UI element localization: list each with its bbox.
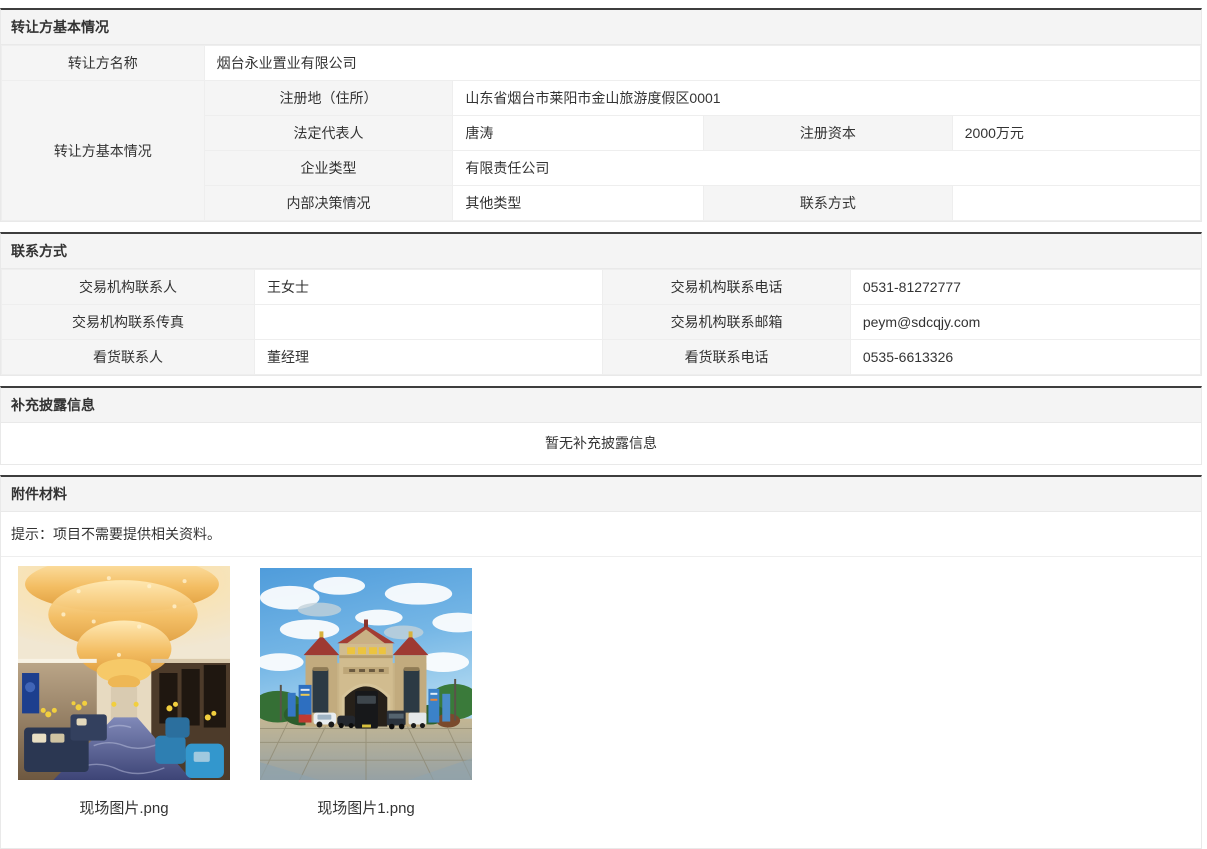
agency-contact-email-value: peym@sdcqjy.com	[850, 305, 1200, 340]
agency-contact-phone-label: 交易机构联系电话	[603, 270, 851, 305]
contact-method-value	[952, 186, 1200, 221]
section-contact-info: 联系方式 交易机构联系人 王女士 交易机构联系电话 0531-81272777 …	[0, 232, 1202, 376]
section-transferor-info: 转让方基本情况 转让方名称 烟台永业置业有限公司 转让方基本情况 注册地（住所）…	[0, 8, 1202, 222]
section-attachments: 附件材料 提示：项目不需要提供相关资料。	[0, 475, 1202, 849]
supplementary-empty-text: 暂无补充披露信息	[1, 423, 1201, 464]
legal-representative-value: 唐涛	[453, 116, 704, 151]
transferor-name-label: 转让方名称	[2, 46, 205, 81]
agency-contact-fax-value	[254, 305, 602, 340]
section-title-supplementary: 补充披露信息	[1, 388, 1201, 423]
attachments-tip-text: 提示：项目不需要提供相关资料。	[1, 512, 1201, 557]
contact-method-label: 联系方式	[703, 186, 952, 221]
section-supplementary-disclosure: 补充披露信息 暂无补充披露信息	[0, 386, 1202, 465]
attachments-list: 现场图片.png	[1, 557, 1201, 848]
section-title-attachments: 附件材料	[1, 477, 1201, 512]
inspection-contact-person-label: 看货联系人	[2, 340, 255, 375]
contact-table: 交易机构联系人 王女士 交易机构联系电话 0531-81272777 交易机构联…	[1, 269, 1201, 375]
registered-capital-value: 2000万元	[952, 116, 1200, 151]
transferor-group-label: 转让方基本情况	[2, 81, 205, 221]
table-row: 交易机构联系传真 交易机构联系邮箱 peym@sdcqjy.com	[2, 305, 1201, 340]
registered-address-value: 山东省烟台市莱阳市金山旅游度假区0001	[453, 81, 1201, 116]
agency-contact-phone-value: 0531-81272777	[850, 270, 1200, 305]
attachment-filename[interactable]: 现场图片.png	[18, 797, 230, 818]
agency-contact-email-label: 交易机构联系邮箱	[603, 305, 851, 340]
attachment-item: 现场图片1.png	[260, 568, 472, 818]
transferor-table: 转让方名称 烟台永业置业有限公司 转让方基本情况 注册地（住所） 山东省烟台市莱…	[1, 45, 1201, 221]
lobby-photo-image	[18, 566, 230, 780]
gate-photo-image	[260, 568, 472, 780]
table-row: 看货联系人 董经理 看货联系电话 0535-6613326	[2, 340, 1201, 375]
attachment-thumbnail-gate-photo[interactable]	[260, 568, 472, 780]
inspection-contact-person-value: 董经理	[254, 340, 602, 375]
enterprise-type-value: 有限责任公司	[453, 151, 1201, 186]
attachment-filename[interactable]: 现场图片1.png	[260, 797, 472, 818]
enterprise-type-label: 企业类型	[204, 151, 453, 186]
table-row: 交易机构联系人 王女士 交易机构联系电话 0531-81272777	[2, 270, 1201, 305]
internal-decision-label: 内部决策情况	[204, 186, 453, 221]
agency-contact-person-label: 交易机构联系人	[2, 270, 255, 305]
project-detail-page: 转让方基本情况 转让方名称 烟台永业置业有限公司 转让方基本情况 注册地（住所）…	[0, 0, 1207, 849]
attachment-thumbnail-lobby-photo[interactable]	[18, 566, 230, 780]
inspection-contact-phone-label: 看货联系电话	[603, 340, 851, 375]
transferor-name-value: 烟台永业置业有限公司	[204, 46, 1200, 81]
table-row: 转让方基本情况 注册地（住所） 山东省烟台市莱阳市金山旅游度假区0001	[2, 81, 1201, 116]
internal-decision-value: 其他类型	[453, 186, 704, 221]
attachment-item: 现场图片.png	[18, 566, 230, 818]
inspection-contact-phone-value: 0535-6613326	[850, 340, 1200, 375]
table-row: 转让方名称 烟台永业置业有限公司	[2, 46, 1201, 81]
section-title-contact: 联系方式	[1, 234, 1201, 269]
registered-capital-label: 注册资本	[703, 116, 952, 151]
registered-address-label: 注册地（住所）	[204, 81, 453, 116]
legal-representative-label: 法定代表人	[204, 116, 453, 151]
section-title-transferor: 转让方基本情况	[1, 10, 1201, 45]
agency-contact-fax-label: 交易机构联系传真	[2, 305, 255, 340]
agency-contact-person-value: 王女士	[254, 270, 602, 305]
